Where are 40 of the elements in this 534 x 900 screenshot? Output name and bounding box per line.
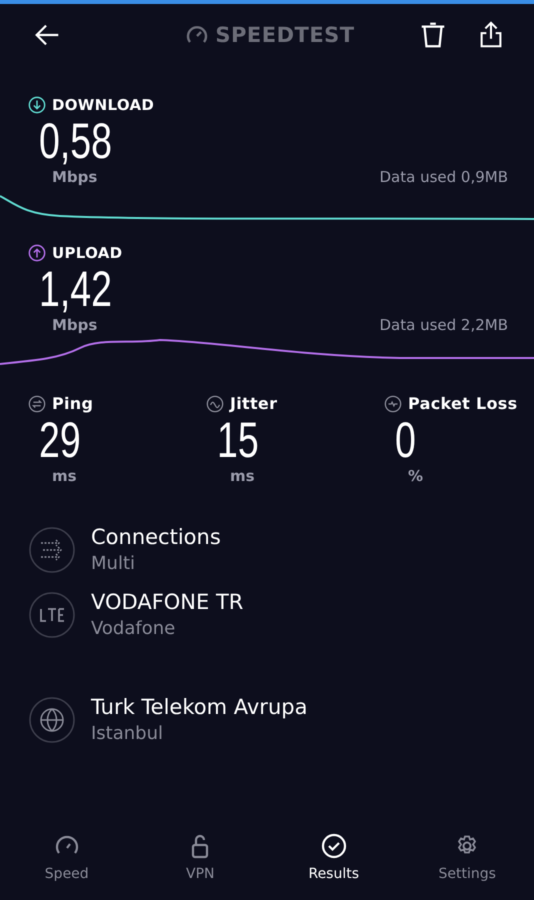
detail-subtitle: Multi [91,553,136,574]
app-logo: SPEEDTEST [215,23,355,47]
metric-label: Ping [52,394,94,413]
speed-label: DOWNLOAD [52,96,154,114]
data-used: Data used 2,2MB [379,316,508,334]
metric-value: 15 [216,413,259,467]
tab[interactable]: Speed [0,822,134,900]
speed-value: 1,42 [38,262,112,316]
detail-subtitle: Vodafone [91,618,176,639]
settings-icon [458,836,476,854]
upload-icon [28,244,46,262]
tab[interactable]: Results [267,822,400,900]
tab[interactable]: Settings [400,822,534,900]
data-used: Data used 0,9MB [379,168,508,186]
detail-title: Turk Telekom Avrupa [91,695,308,719]
speed-value: 0,58 [38,114,112,168]
metric-icon [28,394,46,412]
gauge-icon [56,836,78,854]
metric-label: Packet Loss [408,394,518,413]
globe-icon [29,696,75,742]
detail-subtitle: Istanbul [91,723,164,744]
detail-title: VODAFONE TR [91,590,244,614]
metric-icon [384,394,402,412]
metric-value: 0 [394,413,416,467]
metric-value: 29 [38,413,81,467]
metric-label: Jitter [230,394,278,413]
tab[interactable]: VPN [134,822,267,900]
speed-label: UPLOAD [52,244,122,262]
checkmark-icon [322,834,346,858]
metric-unit: % [407,467,424,485]
speed-unit: Mbps [52,168,98,186]
detail-title: Connections [91,525,221,549]
download-icon [28,96,46,114]
connections-icon [29,526,75,572]
lte-icon [29,592,75,638]
padlock-icon [192,834,208,858]
metric-icon [206,394,224,412]
metric-unit: ms [51,467,77,485]
metric-unit: ms [229,467,255,485]
speed-unit: Mbps [52,316,98,334]
